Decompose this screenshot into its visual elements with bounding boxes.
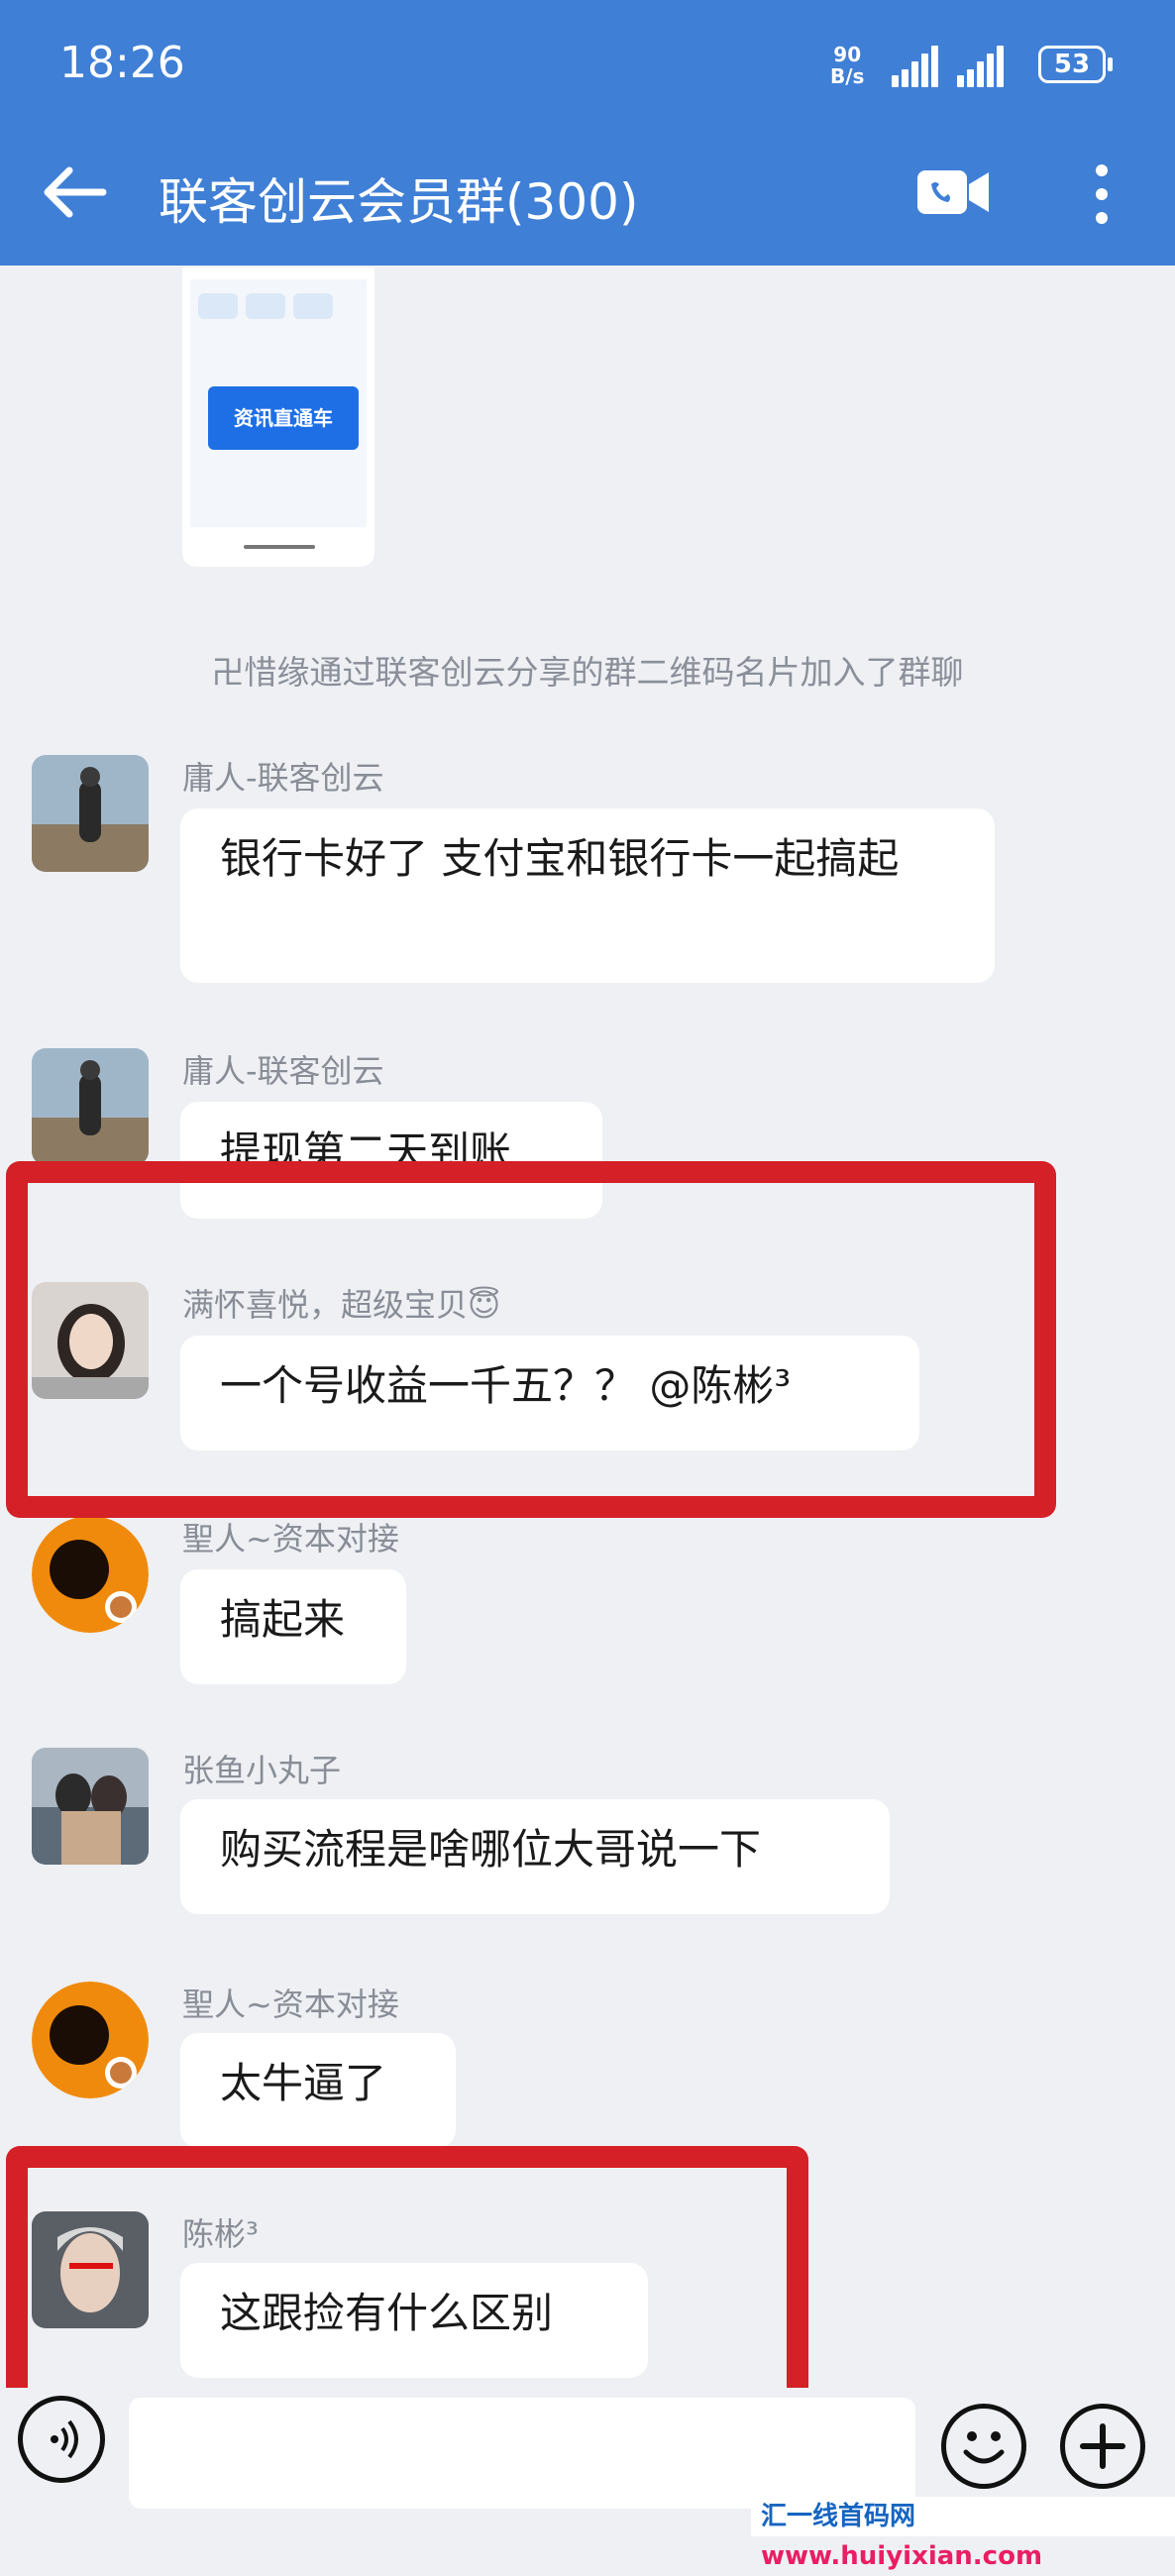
- sender-name: 聖人~资本对接: [182, 1986, 399, 2023]
- avatar[interactable]: [32, 1516, 149, 1633]
- sender-name: 张鱼小丸子: [182, 1752, 342, 1789]
- avatar[interactable]: [32, 1748, 149, 1865]
- avatar[interactable]: [32, 1048, 149, 1165]
- network-speed-unit: B/s: [830, 64, 865, 88]
- network-speed-value: 90: [833, 43, 862, 66]
- message-bubble[interactable]: 太牛逼了: [180, 2033, 456, 2148]
- signal-icon: [957, 44, 1009, 87]
- battery-tip: [1108, 57, 1113, 71]
- shared-mini-card[interactable]: 资讯直通车: [182, 268, 374, 567]
- status-time: 18:26: [59, 38, 185, 88]
- more-vertical-icon[interactable]: [1084, 162, 1120, 226]
- avatar[interactable]: [32, 1982, 149, 2098]
- sender-name: 庸人-联客创云: [182, 759, 384, 797]
- battery-icon: 53: [1038, 46, 1106, 83]
- card-chip: [293, 293, 333, 319]
- message-bubble[interactable]: 银行卡好了 支付宝和银行卡一起搞起: [180, 808, 995, 983]
- message-bubble[interactable]: 购买流程是啥哪位大哥说一下: [180, 1799, 890, 1914]
- voice-icon[interactable]: [18, 2396, 105, 2483]
- card-chip: [198, 293, 238, 319]
- back-arrow-icon[interactable]: [40, 164, 109, 220]
- site-watermark-badge: 汇一线首码网 www.huiyixian.com: [751, 2497, 1175, 2571]
- sender-name: 庸人-联客创云: [182, 1052, 384, 1090]
- shared-card-preview: 资讯直通车: [190, 279, 367, 527]
- site-url: www.huiyixian.com: [761, 2541, 1043, 2571]
- signal-icon: [892, 44, 943, 87]
- plus-icon[interactable]: [1060, 2404, 1145, 2489]
- highlight-box: [6, 1161, 1056, 1518]
- emoji-icon[interactable]: [941, 2404, 1026, 2489]
- sender-name: 聖人~资本对接: [182, 1520, 399, 1557]
- system-message: 卍惜缘通过联客创云分享的群二维码名片加入了群聊: [211, 653, 964, 692]
- network-speed: 90 B/s: [830, 44, 864, 87]
- avatar[interactable]: [32, 755, 149, 872]
- app-header: 18:26 90 B/s 53 联客创云会员群(300): [0, 0, 1175, 266]
- card-banner: 资讯直通车: [208, 386, 359, 450]
- card-handle: [244, 545, 315, 549]
- message-bubble[interactable]: 搞起来: [180, 1569, 406, 1684]
- video-call-icon[interactable]: [915, 166, 991, 218]
- card-chip: [246, 293, 285, 319]
- message-input[interactable]: [129, 2398, 915, 2509]
- site-name: 汇一线首码网: [761, 2502, 916, 2531]
- chat-title: 联客创云会员群(300): [159, 173, 639, 231]
